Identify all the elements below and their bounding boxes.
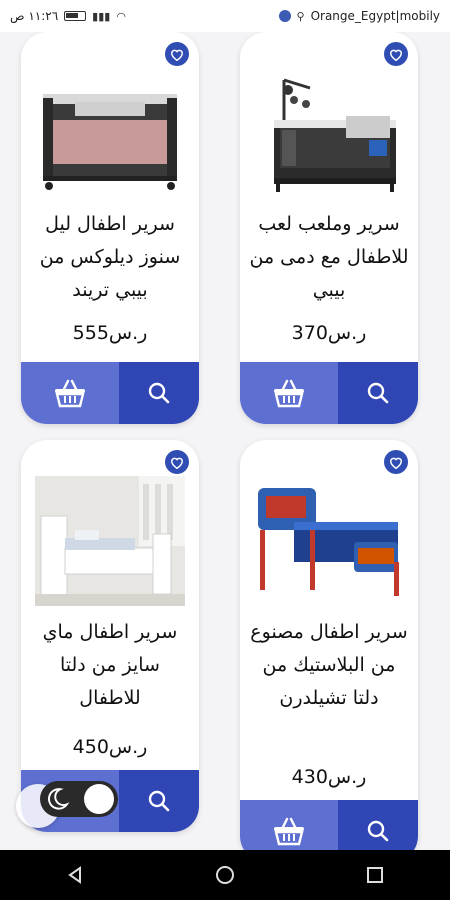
clock: ١١:٢٦ ص [10, 9, 59, 23]
search-button[interactable] [119, 770, 199, 832]
product-price: ر.س450 [72, 736, 148, 758]
favorite-button[interactable] [165, 42, 189, 66]
card-actions [240, 800, 418, 850]
search-button[interactable] [338, 800, 418, 850]
wifi-icon: ◠ [116, 9, 126, 23]
carrier-name: Orange_Egypt|mobily [310, 9, 440, 23]
recents-button[interactable] [345, 855, 405, 895]
card-actions [240, 362, 418, 424]
heart-icon [171, 49, 183, 61]
product-price: ر.س430 [291, 766, 367, 788]
toggle-knob [84, 784, 114, 814]
basket-icon [55, 379, 85, 408]
card-actions [21, 362, 199, 424]
product-title: سرير وملعب لعب للاطفال مع دمى من بيبي [249, 213, 409, 301]
back-icon [68, 866, 81, 884]
search-icon [367, 382, 389, 404]
product-price: ر.س370 [291, 322, 367, 344]
favorite-button[interactable] [165, 450, 189, 474]
product-card[interactable]: سرير اطفال ليل سنوز ديلوكس من بيبي تريند… [21, 32, 199, 424]
search-button[interactable] [119, 362, 199, 424]
product-price: ر.س555 [72, 322, 148, 344]
add-to-cart-button[interactable] [21, 362, 119, 424]
basket-icon [274, 817, 304, 846]
product-grid: سرير وملعب لعب للاطفال مع دمى من بيبي ر.… [0, 32, 450, 850]
search-icon [148, 382, 170, 404]
product-card[interactable]: سرير اطفال ماي سايز من دلتا للاطفال ر.س4… [21, 440, 199, 832]
product-title: سرير اطفال ماي سايز من دلتا للاطفال [42, 621, 178, 709]
product-title: سرير اطفال ليل سنوز ديلوكس من بيبي تريند [39, 213, 181, 301]
product-title: سرير اطفال مصنوع من البلاستيك من دلتا تش… [250, 621, 408, 709]
add-to-cart-button[interactable] [240, 362, 338, 424]
heart-icon [171, 457, 183, 469]
product-card[interactable]: سرير اطفال مصنوع من البلاستيك من دلتا تش… [240, 440, 418, 850]
favorite-button[interactable] [384, 42, 408, 66]
travel-crib-image [43, 94, 177, 190]
battery-icon [64, 11, 87, 21]
crib-with-mobile-image [274, 78, 396, 192]
basket-icon [274, 379, 304, 408]
system-navigation-bar [0, 850, 450, 900]
back-button[interactable] [45, 855, 105, 895]
search-button[interactable] [338, 362, 418, 424]
white-toddler-bed-image [35, 476, 185, 606]
cars-toddler-bed-image [258, 488, 399, 596]
usb-icon: ⚲ [296, 9, 305, 23]
status-right: ⚲ Orange_Egypt|mobily [278, 9, 440, 23]
favorite-button[interactable] [384, 450, 408, 474]
search-icon [367, 820, 389, 842]
home-button[interactable] [195, 855, 255, 895]
heart-icon [390, 49, 402, 61]
status-bar: ١١:٢٦ ص ▮▮▮ ◠ ⚲ Orange_Egypt|mobily [0, 0, 450, 32]
search-icon [148, 790, 170, 812]
status-left: ١١:٢٦ ص ▮▮▮ ◠ [10, 9, 126, 23]
heart-icon [390, 457, 402, 469]
dark-mode-toggle[interactable] [40, 781, 118, 817]
moon-icon [48, 788, 70, 810]
recents-icon [367, 867, 383, 883]
app-notification-icon [278, 10, 291, 22]
add-to-cart-button[interactable] [240, 800, 338, 850]
signal-icon: ▮▮▮ [92, 9, 111, 23]
home-icon [216, 866, 234, 884]
product-card[interactable]: سرير وملعب لعب للاطفال مع دمى من بيبي ر.… [240, 32, 418, 424]
